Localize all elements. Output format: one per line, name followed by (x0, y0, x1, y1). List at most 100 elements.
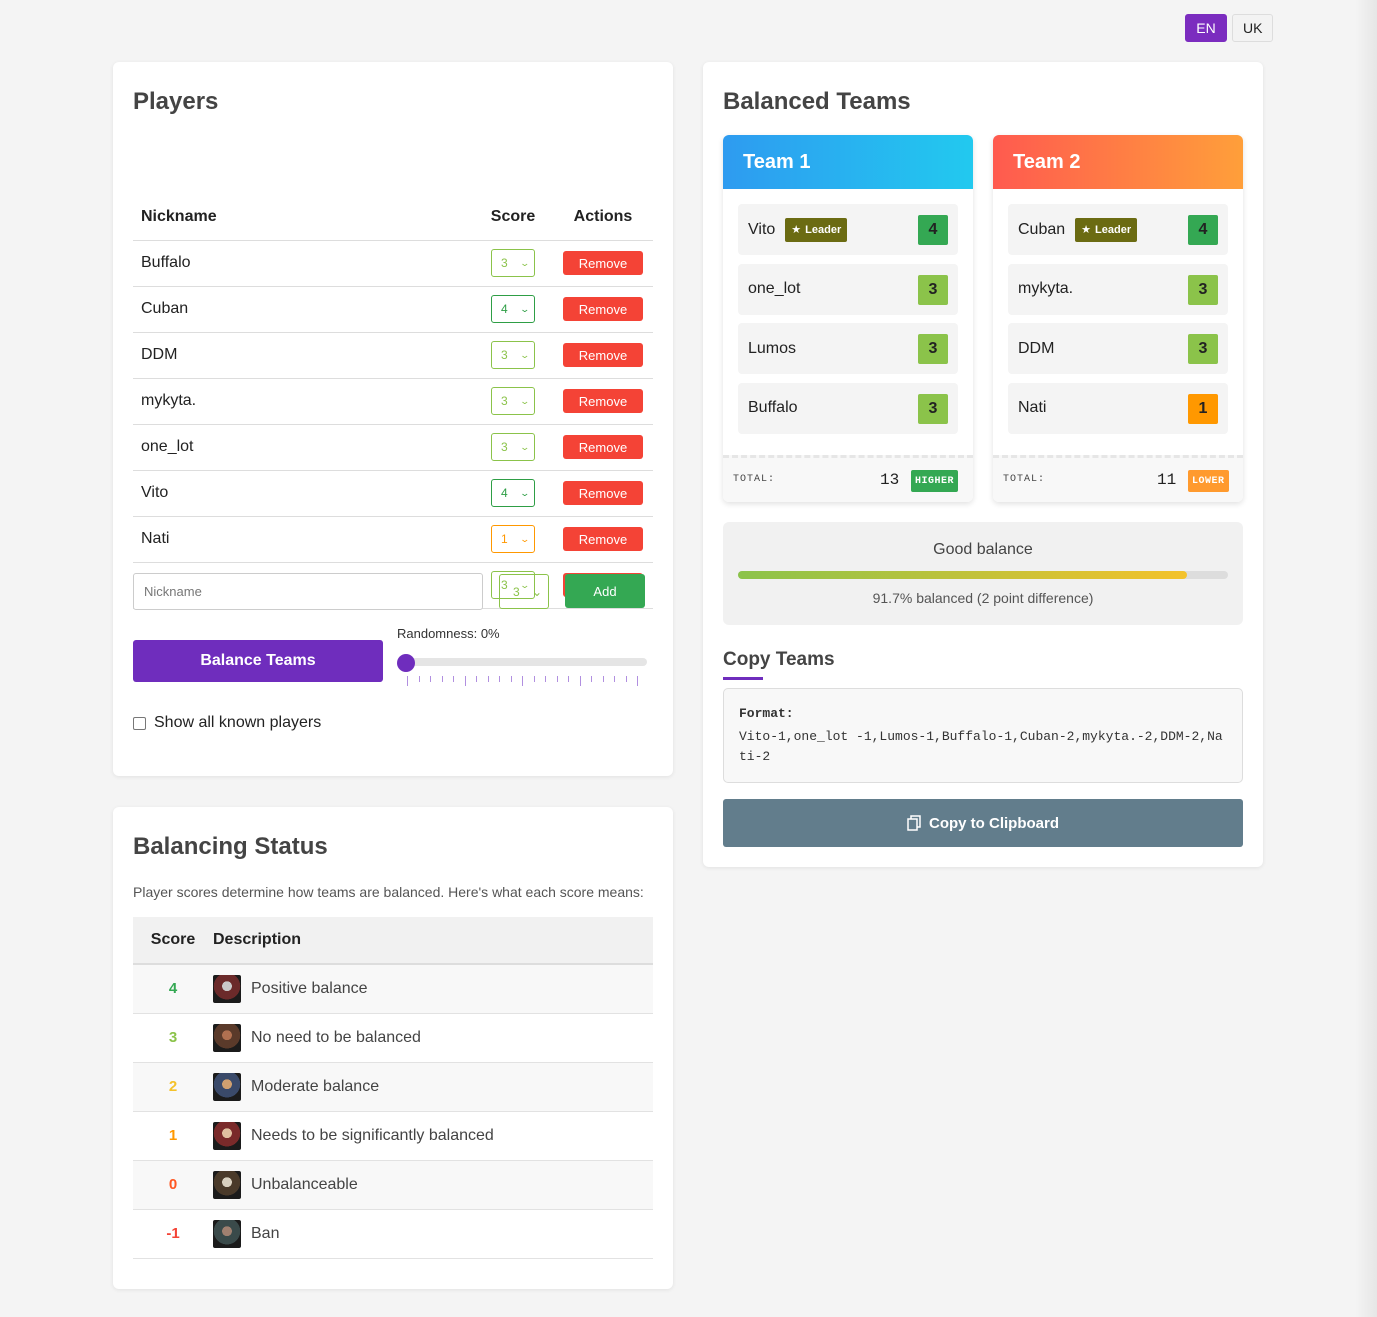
new-player-score-select[interactable]: 3 ⌄ (499, 574, 549, 609)
team-2-header: Team 2 (993, 135, 1243, 189)
player-row: Buffalo 3 ⌄ Remove (133, 240, 653, 287)
lang-uk-button[interactable]: UK (1232, 14, 1273, 42)
legend-description: Positive balance (251, 979, 368, 997)
randomness-slider-thumb[interactable] (397, 654, 415, 672)
player-score-select[interactable]: 1 ⌄ (491, 525, 535, 553)
character-avatar-icon (213, 1121, 241, 1150)
team-player-score: 3 (918, 274, 948, 305)
leader-badge: ★ Leader (1075, 217, 1138, 242)
player-score-value: 1 (501, 532, 508, 546)
chevron-down-icon: ⌄ (519, 257, 531, 268)
show-all-players-label[interactable]: Show all known players (154, 714, 321, 732)
player-score-cell: 4 ⌄ (473, 470, 553, 517)
team-player-row: Cuban ★ Leader 4 (1008, 204, 1228, 255)
player-score-cell: 1 ⌄ (473, 516, 553, 563)
player-row: Vito 4 ⌄ Remove (133, 470, 653, 517)
balance-teams-button[interactable]: Balance Teams (133, 640, 383, 682)
player-score-value: 3 (501, 256, 508, 270)
team-2-total-label: TOTAL: (1003, 474, 1046, 485)
score-legend-table: Score Description 4 Positive balance 3 No n… (133, 917, 653, 1259)
team-player-name: Vito (748, 220, 776, 238)
player-nickname: mykyta. (133, 378, 473, 425)
character-avatar-icon (213, 1219, 241, 1248)
star-icon: ★ (791, 224, 802, 236)
slider-tick (418, 676, 420, 682)
remove-player-button[interactable]: Remove (563, 481, 643, 505)
character-avatar-icon (213, 1023, 241, 1052)
randomness-slider[interactable] (398, 658, 647, 666)
player-score-select[interactable]: 3 ⌄ (491, 433, 535, 461)
chevron-down-icon: ⌄ (519, 441, 531, 452)
legend-description-wrap: Ban (213, 1219, 653, 1248)
slider-tick (533, 676, 535, 682)
team-player-name: Nati (1018, 399, 1047, 416)
team-player-score: 4 (918, 215, 948, 245)
player-score-select[interactable]: 4 ⌄ (491, 479, 535, 507)
actions-header: Actions (553, 194, 653, 241)
copy-to-clipboard-button[interactable]: Copy to Clipboard (723, 799, 1243, 847)
chevron-down-icon: ⌄ (519, 349, 531, 360)
team-player-row: Buffalo 3 (738, 382, 958, 434)
player-score-cell: 4 ⌄ (473, 286, 553, 333)
remove-player-button[interactable]: Remove (563, 297, 643, 321)
legend-row: 1 Needs to be significantly balanced (133, 1111, 653, 1161)
player-actions-cell: Remove (553, 470, 653, 517)
player-score-select[interactable]: 3 ⌄ (491, 249, 535, 277)
legend-row: 0 Unbalanceable (133, 1160, 653, 1210)
copy-button-label: Copy to Clipboard (929, 814, 1059, 832)
balancing-status-description: Player scores determine how teams are ba… (133, 884, 644, 900)
team-player-name: Cuban (1018, 220, 1066, 238)
team-player-score: 3 (1188, 334, 1218, 364)
player-score-cell: 3 ⌄ (473, 332, 553, 379)
player-row: Nati 1 ⌄ Remove (133, 516, 653, 563)
legend-description-wrap: Moderate balance (213, 1072, 653, 1101)
leader-label: Leader (1095, 223, 1132, 236)
player-nickname: one_lot (133, 424, 473, 471)
copy-teams-title: Copy Teams (723, 649, 835, 670)
remove-player-button[interactable]: Remove (563, 527, 643, 551)
player-score-cell: 3 ⌄ (473, 240, 553, 287)
slider-tick (464, 676, 466, 686)
remove-player-button[interactable]: Remove (563, 251, 643, 275)
remove-player-button[interactable]: Remove (563, 343, 643, 367)
team-1-higher-badge: HIGHER (911, 470, 959, 492)
nickname-input[interactable] (133, 573, 483, 610)
format-box: Format: Vito-1,one_lot -1,Lumos-1,Buffal… (723, 688, 1243, 783)
player-score-select[interactable]: 4 ⌄ (491, 295, 535, 323)
remove-player-button[interactable]: Remove (563, 389, 643, 413)
slider-tick (602, 676, 604, 682)
team-player-name: DDM (1018, 339, 1055, 357)
chevron-down-icon: ⌄ (519, 487, 531, 498)
legend-description-cell: Needs to be significantly balanced (213, 1111, 653, 1161)
slider-tick (407, 676, 408, 686)
team-1-panel: Team 1 Vito ★ Leader 4 one_lot 3 Lumos 3 Buffalo… (723, 135, 973, 502)
leader-label: Leader (805, 223, 842, 236)
legend-row: 3 No need to be balanced (133, 1013, 653, 1063)
team-player-row: Vito ★ Leader 4 (738, 204, 958, 255)
remove-player-button[interactable]: Remove (563, 435, 643, 459)
character-avatar-icon (213, 974, 241, 1003)
balance-text: 91.7% balanced (2 point difference) (872, 590, 1094, 606)
legend-description-cell: Moderate balance (213, 1062, 653, 1112)
player-nickname: DDM (133, 332, 473, 379)
players-table: Nickname Score Actions Buffalo 3 ⌄ Remove Cu… (133, 194, 653, 609)
show-all-players-checkbox[interactable] (133, 716, 146, 730)
slider-tick (579, 676, 581, 686)
lang-en-button[interactable]: EN (1185, 14, 1227, 42)
player-actions-cell: Remove (553, 286, 653, 333)
player-score-select[interactable]: 3 ⌄ (491, 387, 535, 415)
legend-score: 1 (133, 1111, 213, 1161)
balanced-teams-card: Balanced Teams Team 1 Vito ★ Leader 4 one_lo… (703, 62, 1263, 867)
team-1-total: 13 (880, 471, 900, 489)
balancing-status-title: Balancing Status (133, 833, 328, 860)
slider-tick (476, 676, 477, 682)
team-player-score: 3 (918, 334, 948, 364)
slider-tick (441, 676, 443, 682)
copy-teams-underline (723, 677, 763, 680)
add-player-button[interactable]: Add (565, 574, 645, 608)
team-2-total: 11 (1157, 471, 1177, 489)
team-1-footer: TOTAL: 13 HIGHER (723, 455, 973, 502)
slider-tick (637, 676, 638, 686)
team-player-name: one_lot (748, 280, 801, 297)
player-score-select[interactable]: 3 ⌄ (491, 341, 535, 369)
